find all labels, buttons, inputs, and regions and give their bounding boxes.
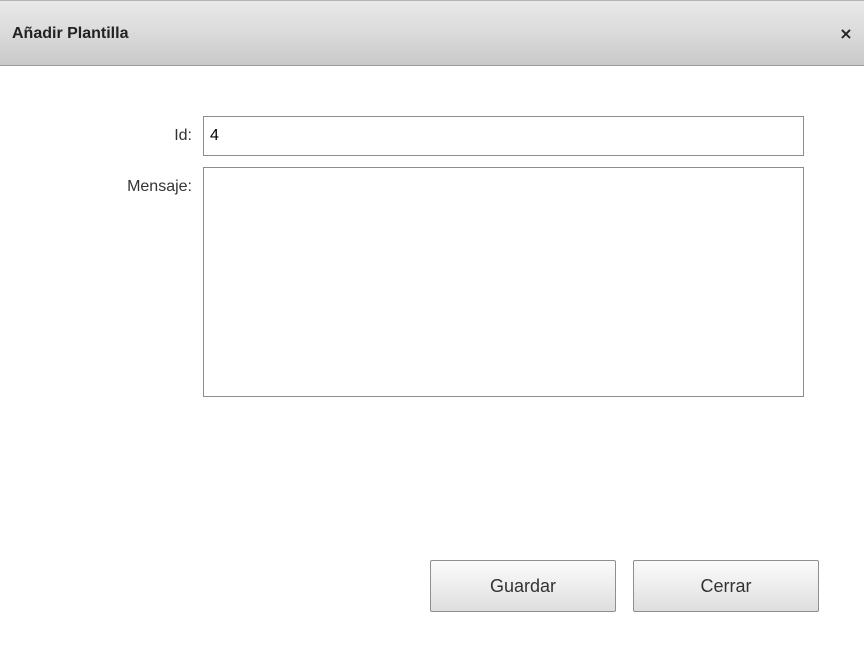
dialog-title: Añadir Plantilla bbox=[12, 25, 129, 42]
message-label: Mensaje: bbox=[127, 178, 192, 195]
close-icon[interactable]: × bbox=[838, 24, 854, 44]
close-button[interactable]: Cerrar bbox=[633, 560, 819, 612]
dialog-titlebar: Añadir Plantilla × bbox=[0, 0, 864, 66]
save-button[interactable]: Guardar bbox=[430, 560, 616, 612]
id-field[interactable] bbox=[203, 116, 804, 156]
add-template-dialog: Añadir Plantilla × Id: Mensaje: Guardar … bbox=[0, 0, 864, 649]
id-label: Id: bbox=[174, 127, 192, 144]
message-field[interactable] bbox=[203, 167, 804, 397]
